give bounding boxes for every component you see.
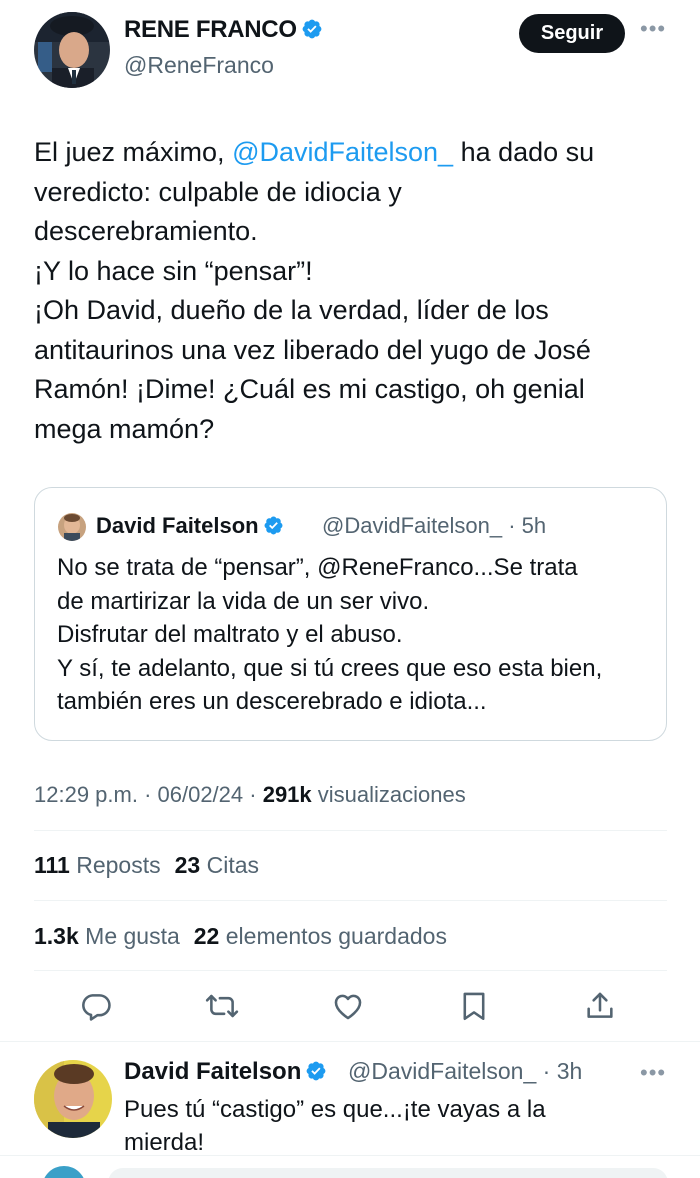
divider <box>34 970 667 971</box>
reply-text: Pues tú “castigo” es que...¡te vayas a l… <box>124 1093 664 1159</box>
tweet-text-line: El juez máximo, @DavidFaitelson_ ha dado… <box>34 137 595 167</box>
heart-icon[interactable] <box>331 989 365 1023</box>
views-count: 291k <box>262 782 312 807</box>
divider <box>0 1041 700 1042</box>
reply-compose-input[interactable] <box>108 1168 668 1178</box>
quotes-count[interactable]: 23 <box>175 852 201 878</box>
quote-text-line: también eres un descerebrado e idiota... <box>57 688 487 715</box>
author-name[interactable]: RENE FRANCO <box>124 16 323 44</box>
verified-badge-icon <box>305 1060 327 1082</box>
like-stats: 1.3k Me gusta 22 elementos guardados <box>34 923 447 950</box>
quote-text: No se trata de “pensar”, @ReneFranco...S… <box>57 551 657 719</box>
tweet-text-line: antitaurinos una vez liberado del yugo d… <box>34 334 591 365</box>
tweet-text-line: mega mamón? <box>34 413 215 444</box>
quote-text-line: Y sí, te adelanto, que si tú crees que e… <box>57 654 603 682</box>
bookmarks-label: elementos guardados <box>219 923 447 949</box>
follow-button[interactable]: Seguir <box>519 14 625 53</box>
divider <box>0 1155 700 1156</box>
repost-stats: 111 Reposts 23 Citas <box>34 852 259 879</box>
quote-author-name: David Faitelson <box>96 513 284 539</box>
quote-text-line: No se trata de “pensar”, @ReneFranco...S… <box>57 554 578 581</box>
reply-author-avatar[interactable] <box>34 1060 112 1138</box>
likes-label[interactable]: Me gusta <box>79 923 180 949</box>
quote-author-handle: @DavidFaitelson_ · 5h <box>322 513 547 538</box>
current-user-avatar <box>42 1166 86 1178</box>
tweet-text: El juez máximo, @DavidFaitelson_ ha dado… <box>34 133 674 449</box>
quote-author-avatar <box>58 513 86 541</box>
tweet-text-line: ¡Y lo hace sin “pensar”! <box>34 255 313 286</box>
likes-count[interactable]: 1.3k <box>34 923 79 949</box>
tweet-text-line: ¡Oh David, dueño de la verdad, líder de … <box>34 295 549 325</box>
more-options-icon[interactable]: ••• <box>640 1062 666 1084</box>
verified-badge-icon <box>301 18 323 40</box>
views-label: visualizaciones <box>311 782 466 807</box>
reply-author-name[interactable]: David Faitelson <box>124 1058 327 1086</box>
bookmarks-count: 22 <box>193 923 220 949</box>
reposts-count[interactable]: 111 <box>34 852 70 878</box>
author-avatar[interactable] <box>34 12 110 88</box>
share-icon[interactable] <box>583 989 617 1023</box>
divider <box>34 830 667 831</box>
quotes-label[interactable]: Citas <box>200 852 259 878</box>
reply-icon[interactable] <box>79 989 113 1023</box>
tweet-meta: 12:29 p.m. · 06/02/24 · 291k visualizaci… <box>34 782 466 808</box>
repost-icon[interactable] <box>205 989 239 1023</box>
divider <box>34 900 667 901</box>
quote-text-line: Disfrutar del maltrato y el abuso. <box>57 621 403 648</box>
timestamp[interactable]: 12:29 p.m. · 06/02/24 · <box>34 782 263 807</box>
tweet-text-line: descerebramiento. <box>34 216 258 246</box>
tweet-text-line: Ramón! ¡Dime! ¿Cuál es mi castigo, oh ge… <box>34 374 585 404</box>
reply-text-line: Pues tú “castigo” es que...¡te vayas a l… <box>124 1096 546 1123</box>
more-options-icon[interactable]: ••• <box>640 18 666 40</box>
quote-text-line: de martirizar la vida de un ser vivo. <box>57 587 430 615</box>
tweet-text-line: veredicto: culpable de idiocia y <box>34 176 402 207</box>
quoted-tweet[interactable]: David Faitelson @DavidFaitelson_ · 5h No… <box>34 487 667 741</box>
verified-badge-icon <box>263 515 284 536</box>
bookmark-icon[interactable] <box>457 989 491 1023</box>
reposts-label[interactable]: Reposts <box>70 852 160 878</box>
mention-link[interactable]: @DavidFaitelson_ <box>232 137 453 167</box>
reply-author-handle[interactable]: @DavidFaitelson_ · 3h <box>348 1058 582 1085</box>
author-handle[interactable]: @ReneFranco <box>124 52 274 79</box>
